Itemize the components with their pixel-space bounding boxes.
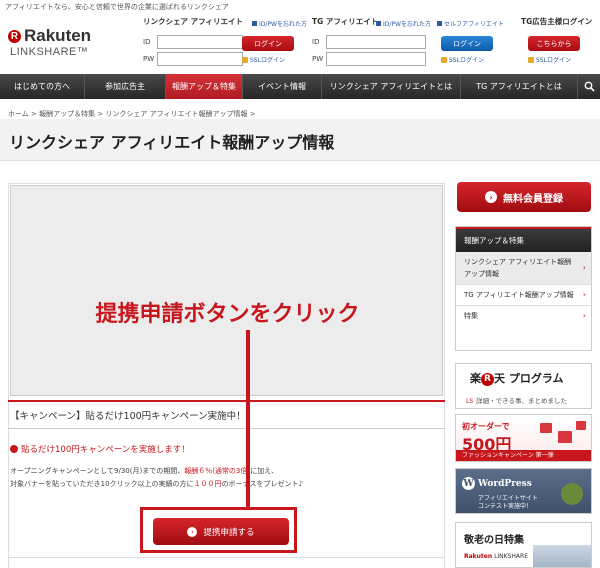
ls-forgot-link[interactable]: ID/PWを忘れた方 [252, 19, 307, 28]
apply-partnership-button[interactable]: › 提携申請する [153, 518, 289, 545]
elderly-couple-photo [533, 545, 591, 567]
main-nav: はじめての方へ 参加広告主 報酬アップ＆特集 イベント情報 リンクシェア アフィ… [0, 74, 600, 99]
lock-icon [242, 56, 248, 63]
gift-icon [576, 421, 586, 430]
nav-item-advertisers[interactable]: 参加広告主 [85, 74, 166, 99]
lock-icon [441, 56, 447, 63]
tg-id-input[interactable] [326, 35, 426, 49]
wordpress-icon: W [462, 477, 475, 490]
ad-keirou-title: 敬老の日特集 [464, 535, 524, 546]
rakuten-r-icon: R [8, 29, 21, 43]
tg-login-button[interactable]: ログイン [441, 36, 493, 51]
ls-id-label: ID [143, 38, 151, 46]
free-register-button[interactable]: › 無料会員登録 [457, 182, 591, 212]
tg-id-label: ID [312, 38, 320, 46]
ad-wordpress-contest[interactable]: W WordPress アフィリエイトサイト コンテスト実施中！ [455, 468, 592, 514]
bullet-icon [10, 445, 18, 453]
sidebar-panel-title: 報酬アップ＆特集 [456, 227, 591, 252]
plant-icon [561, 483, 583, 505]
divider [8, 557, 445, 558]
tg-ssl-login-link[interactable]: SSLログイン [441, 55, 484, 64]
tg-pw-input[interactable] [326, 52, 426, 66]
ls-pw-label: PW [143, 55, 155, 63]
chevron-right-icon: › [187, 526, 198, 537]
arrow-icon [376, 21, 381, 26]
ad-keirou-logo: Rakuten LINKSHARE [464, 553, 528, 560]
banner-caption: 提携申請ボタンをクリック [95, 302, 360, 327]
ls-pw-input[interactable] [157, 52, 243, 66]
chevron-right-icon: › [485, 191, 497, 203]
campaign-title: 【キャンペーン】貼るだけ100円キャンペーン実施中！ [10, 411, 246, 422]
campaign-body-line2: 対象バナーを貼っていただき10クリック以上の実績の方に１００円のボーナスをプレゼ… [10, 480, 304, 488]
divider [8, 428, 445, 429]
adv-login-button[interactable]: こちらから [528, 36, 580, 51]
ad-rakuten-program[interactable]: 楽R天 プログラム LS 詳細・できる事、まとめました [455, 363, 592, 409]
login-adv-title: TG広告主様ログイン [521, 17, 593, 26]
logo-brand: Rakuten [24, 26, 92, 45]
chevron-right-icon: › [582, 263, 586, 272]
page-title: リンクシェア アフィリエイト報酬アップ情報 [9, 133, 335, 152]
breadcrumb[interactable]: ホーム > 報酬アップ＆特集 > リンクシェア アフィリエイト報酬アップ情報 > [8, 109, 256, 119]
sidebar-item-tg-rewards[interactable]: TG アフィリエイト報酬アップ情報 › [456, 285, 591, 306]
ad-rakuten-sub: LS 詳細・できる事、まとめました [466, 397, 568, 405]
ad-keirou-feature[interactable]: 敬老の日特集 Rakuten LINKSHARE [455, 522, 592, 568]
nav-item-beginners[interactable]: はじめての方へ [0, 74, 85, 99]
nav-item-events[interactable]: イベント情報 [243, 74, 322, 99]
tg-self-affiliate-link[interactable]: セルフアフィリエイト [437, 19, 504, 28]
gift-icon [540, 423, 552, 433]
tg-forgot-link[interactable]: ID/PWを忘れた方 [376, 19, 431, 28]
rakuten-r-icon: R [481, 372, 494, 386]
nav-item-about-tg[interactable]: TG アフィリエイトとは [461, 74, 578, 99]
wordpress-logo: W WordPress [462, 477, 532, 490]
ls-login-button[interactable]: ログイン [242, 36, 294, 51]
sidebar-item-ls-rewards[interactable]: リンクシェア アフィリエイト報酬アップ情報 › [456, 252, 591, 285]
tg-pw-label: PW [312, 55, 324, 63]
campaign-subtitle: 貼るだけ100円キャンペーンを実施します！ [10, 443, 190, 455]
chevron-right-icon: › [582, 311, 586, 320]
ad-fashion-campaign[interactable]: 初オーダーで 500円 ファッションキャンペーン 第一弾 [455, 414, 592, 462]
lock-icon [528, 56, 534, 63]
highlight-connector-line [246, 330, 250, 508]
divider [8, 400, 445, 402]
ls-id-input[interactable] [157, 35, 243, 49]
gift-icon [558, 431, 572, 443]
campaign-body-line1: オープニングキャンペーンとして9/30(月)までの期間、報酬６％(通常の3倍)に… [10, 467, 279, 475]
login-ls-title: リンクシェア アフィリエイト [143, 17, 243, 26]
login-tg-title: TG アフィリエイト [312, 17, 379, 26]
campaign-banner[interactable]: 提携申請ボタンをクリック [10, 185, 443, 396]
ad-wordpress-line2: コンテスト実施中！ [478, 503, 533, 510]
chevron-right-icon: › [582, 290, 586, 299]
nav-item-about-ls[interactable]: リンクシェア アフィリエイトとは [322, 74, 461, 99]
site-tagline: アフィリエイトなら、安心と信頼で世界の企業に選ばれるリンクシェア [5, 3, 229, 11]
ad-rakuten-title: 楽R天 プログラム [470, 372, 564, 386]
search-icon[interactable] [578, 74, 600, 99]
nav-item-rewards[interactable]: 報酬アップ＆特集 [166, 74, 243, 99]
logo-sub: LINKSHARE™ [10, 46, 89, 58]
title-bar: リンクシェア アフィリエイト報酬アップ情報 [0, 119, 600, 161]
arrow-icon [437, 21, 442, 26]
sidebar-item-features[interactable]: 特集 › [456, 306, 591, 326]
arrow-icon [252, 21, 257, 26]
sidebar-panel: 報酬アップ＆特集 リンクシェア アフィリエイト報酬アップ情報 › TG アフィリ… [455, 226, 592, 351]
rakuten-linkshare-logo[interactable]: R Rakuten LINKSHARE™ [8, 26, 91, 58]
ad-fashion-line3: ファッションキャンペーン 第一弾 [456, 450, 591, 461]
ls-ssl-login-link[interactable]: SSLログイン [242, 55, 285, 64]
adv-ssl-login-link[interactable]: SSLログイン [528, 55, 571, 64]
